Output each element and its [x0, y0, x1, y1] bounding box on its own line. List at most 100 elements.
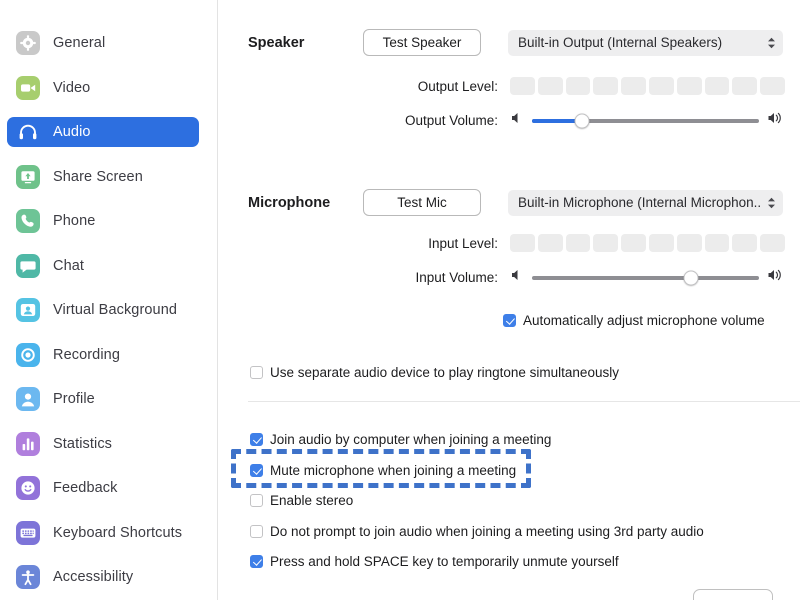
sidebar-item-label: Phone: [53, 213, 96, 229]
label-press-hold-space: Press and hold SPACE key to temporarily …: [270, 554, 619, 569]
microphone-section-title: Microphone: [248, 194, 331, 211]
input-level-meter: [510, 234, 785, 252]
sidebar-item-label: Profile: [53, 391, 95, 407]
sidebar-item-video[interactable]: Video: [7, 73, 199, 103]
microphone-device-value: Built-in Microphone (Internal Microphon.…: [518, 195, 761, 210]
speaker-device-dropdown[interactable]: Built-in Output (Internal Speakers): [508, 29, 783, 56]
checkbox-join-audio-by-computer[interactable]: [250, 433, 263, 446]
level-segment: [565, 234, 591, 252]
option-row-press-hold-space[interactable]: Press and hold SPACE key to temporarily …: [250, 554, 619, 569]
sidebar-item-accessibility[interactable]: Accessibility: [7, 562, 199, 592]
advanced-button-partial[interactable]: [693, 589, 773, 600]
checkbox-mute-microphone-on-join[interactable]: [250, 463, 263, 477]
input-volume-track[interactable]: [532, 270, 759, 285]
input-volume-slider[interactable]: [510, 268, 785, 287]
output-volume-slider[interactable]: [510, 111, 785, 130]
auto-adjust-mic-volume-checkbox[interactable]: [503, 314, 516, 327]
input-volume-label: Input Volume:: [415, 270, 498, 285]
sidebar-item-statistics[interactable]: Statistics: [7, 429, 199, 459]
option-row-do-not-prompt-3rd-party[interactable]: Do not prompt to join audio when joining…: [250, 524, 704, 539]
level-segment: [621, 77, 646, 95]
sidebar-item-label: Audio: [53, 124, 91, 140]
auto-adjust-mic-volume-row[interactable]: Automatically adjust microphone volume: [503, 313, 765, 328]
speaker-max-volume-icon: [767, 111, 785, 130]
output-volume-label: Output Volume:: [404, 113, 498, 128]
sidebar-item-label: Statistics: [53, 435, 113, 452]
keyboard-icon: [16, 520, 40, 545]
level-segment: [676, 234, 702, 252]
level-segment: [648, 77, 674, 95]
auto-adjust-mic-volume-label: Automatically adjust microphone volume: [523, 313, 765, 328]
bar-chart-icon: [16, 431, 40, 456]
output-volume-track[interactable]: [532, 113, 759, 128]
label-enable-stereo: Enable stereo: [270, 493, 354, 508]
sidebar-item-label: Accessibility: [53, 569, 134, 585]
chevron-updown-icon: [765, 37, 777, 49]
microphone-max-volume-icon: [767, 268, 785, 287]
level-segment: [593, 234, 619, 252]
level-segment: [510, 234, 535, 252]
test-mic-button[interactable]: Test Mic: [363, 189, 481, 216]
video-camera-icon: [16, 75, 40, 100]
sidebar-item-share-screen[interactable]: Share Screen: [7, 162, 199, 192]
checkbox-do-not-prompt-3rd-party[interactable]: [250, 524, 263, 538]
microphone-device-dropdown[interactable]: Built-in Microphone (Internal Microphon.…: [508, 189, 783, 216]
sidebar-item-virtual-background[interactable]: Virtual Background: [7, 295, 199, 325]
level-segment: [760, 234, 785, 252]
checkbox-enable-stereo[interactable]: [250, 494, 263, 507]
sidebar-item-phone[interactable]: Phone: [7, 206, 199, 236]
sidebar-item-recording[interactable]: Recording: [7, 340, 199, 370]
level-segment: [621, 234, 646, 252]
label-mute-microphone-on-join: Mute microphone when joining a meeting: [270, 462, 517, 478]
sidebar-item-chat[interactable]: Chat: [7, 251, 199, 281]
share-screen-icon: [16, 164, 40, 189]
output-level-meter: [510, 77, 785, 95]
sidebar-nav-list: General Video Audio Share Screen Phone Chat Vi…: [0, 28, 217, 592]
smiley-face-icon: [16, 476, 40, 500]
level-segment: [732, 234, 758, 252]
sidebar-item-profile[interactable]: Profile: [7, 384, 199, 414]
sidebar-item-label: Chat: [53, 257, 85, 274]
level-segment: [704, 77, 730, 95]
label-do-not-prompt-3rd-party: Do not prompt to join audio when joining…: [270, 523, 704, 539]
sidebar-item-general[interactable]: General: [7, 28, 199, 58]
sidebar-item-feedback[interactable]: Feedback: [7, 473, 199, 503]
test-speaker-button[interactable]: Test Speaker: [363, 29, 481, 56]
output-level-label: Output Level:: [417, 78, 498, 94]
sidebar-item-label: Share Screen: [53, 168, 143, 185]
input-volume-thumb[interactable]: [683, 270, 699, 285]
option-row-enable-stereo[interactable]: Enable stereo: [250, 493, 353, 508]
sidebar-item-keyboard-shortcuts[interactable]: Keyboard Shortcuts: [7, 518, 199, 548]
settings-sidebar: General Video Audio Share Screen Phone Chat Vi…: [0, 0, 218, 600]
sidebar-item-label: Recording: [53, 346, 120, 363]
profile-person-icon: [16, 387, 40, 411]
option-row-mute-microphone-on-join[interactable]: Mute microphone when joining a meeting: [250, 463, 516, 478]
separate-ringtone-device-row[interactable]: Use separate audio device to play ringto…: [250, 365, 619, 380]
sidebar-item-label: General: [53, 35, 106, 51]
checkbox-press-hold-space[interactable]: [250, 555, 263, 568]
sidebar-item-audio[interactable]: Audio: [7, 117, 199, 147]
phone-icon: [16, 209, 40, 233]
output-level-row: Output Level:: [248, 77, 800, 95]
level-segment: [648, 234, 674, 252]
section-divider: [248, 401, 800, 402]
level-segment: [593, 77, 619, 95]
separate-ringtone-device-checkbox[interactable]: [250, 366, 263, 379]
sidebar-item-label: Feedback: [53, 480, 118, 496]
separate-ringtone-device-label: Use separate audio device to play ringto…: [270, 365, 619, 380]
level-segment: [676, 77, 702, 95]
recording-icon: [16, 342, 40, 367]
output-volume-thumb[interactable]: [574, 113, 590, 128]
input-level-label: Input Level:: [428, 235, 498, 251]
level-segment: [537, 77, 563, 95]
zoom-settings-window: General Video Audio Share Screen Phone Chat Vi…: [0, 0, 800, 600]
speaker-header-row: Speaker Test Speaker Built-in Output (In…: [248, 29, 800, 56]
option-row-join-audio-by-computer[interactable]: Join audio by computer when joining a me…: [250, 432, 551, 447]
level-segment: [732, 77, 758, 95]
input-level-row: Input Level:: [248, 234, 800, 252]
output-volume-row: Output Volume:: [248, 111, 800, 130]
sidebar-item-label: Video: [53, 79, 91, 96]
chevron-updown-icon: [765, 197, 777, 209]
speaker-section-title: Speaker: [248, 34, 305, 51]
level-segment: [510, 77, 535, 95]
